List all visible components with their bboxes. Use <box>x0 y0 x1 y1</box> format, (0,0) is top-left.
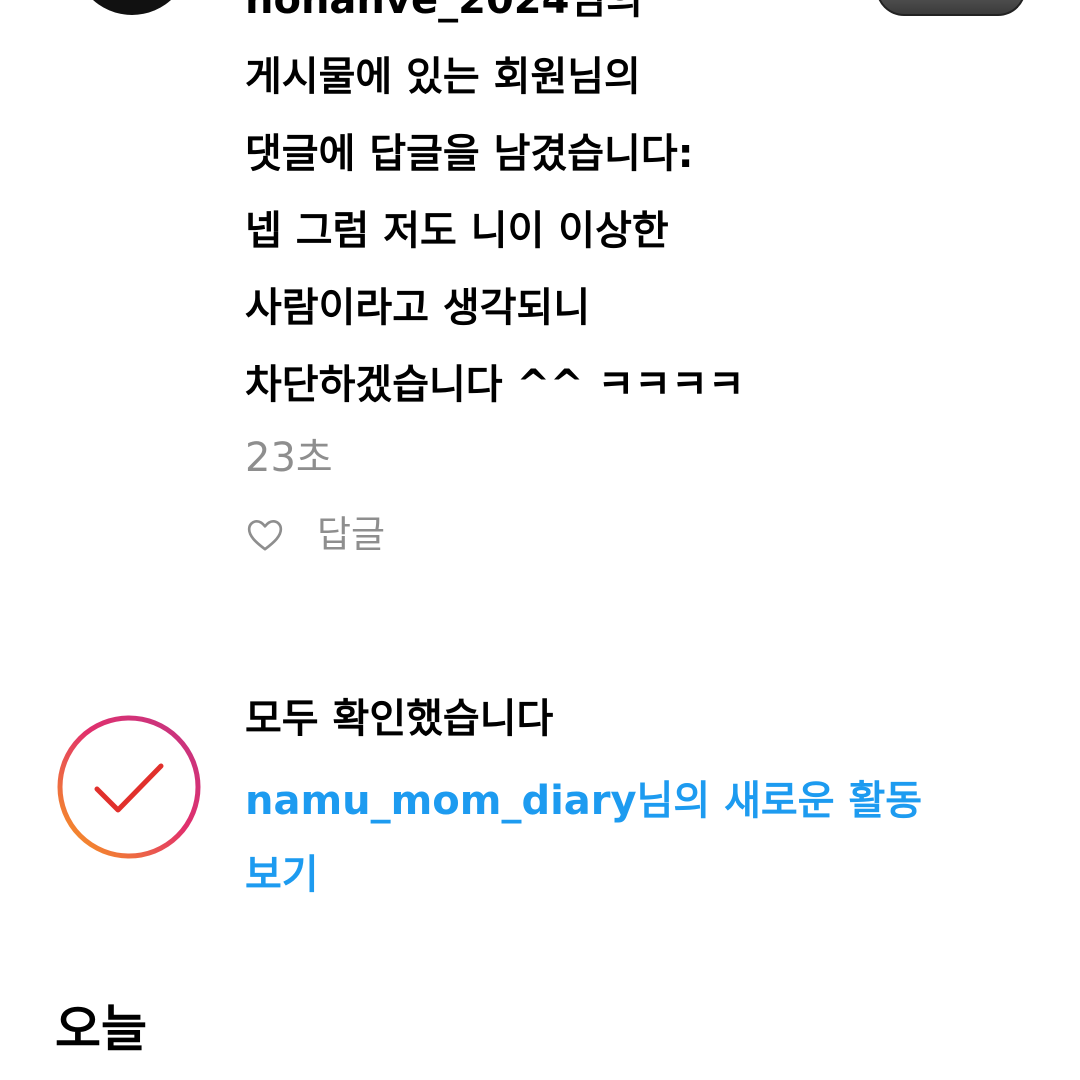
notification-text[interactable]: nohanve_2024님의 게시물에 있는 회원님의 댓글에 답글을 남겼습니… <box>245 0 885 424</box>
notification-line: 사람이라고 생각되니 <box>245 285 591 331</box>
notification-line: 게시물에 있는 회원님의 <box>245 54 641 100</box>
heart-outline-icon[interactable] <box>245 515 285 555</box>
notification-actions: 답글 <box>245 510 385 560</box>
notification-line: nohanve_2024님의 <box>245 0 644 23</box>
section-header-today: 오늘 <box>55 1000 147 1058</box>
caught-up-title: 모두 확인했습니다 <box>245 696 554 742</box>
view-new-activity-link[interactable]: namu_mom_diary님의 새로운 활동 보기 <box>245 764 1045 912</box>
commenter-avatar[interactable] <box>72 0 192 15</box>
post-thumbnail[interactable] <box>876 0 1026 16</box>
notification-timestamp: 23초 <box>245 435 333 481</box>
notification-line: 댓글에 답글을 남겼습니다: <box>245 131 694 177</box>
link-line: 보기 <box>245 852 319 898</box>
notification-line: 차단하겠습니다 ^^ ㅋㅋㅋㅋ <box>245 362 745 408</box>
caught-up-badge <box>55 713 203 861</box>
notification-line: 넵 그럼 저도 니이 이상한 <box>245 208 669 254</box>
reply-button[interactable]: 답글 <box>317 510 385 560</box>
link-line: namu_mom_diary님의 새로운 활동 <box>245 778 923 824</box>
checkmark-icon <box>94 763 164 813</box>
